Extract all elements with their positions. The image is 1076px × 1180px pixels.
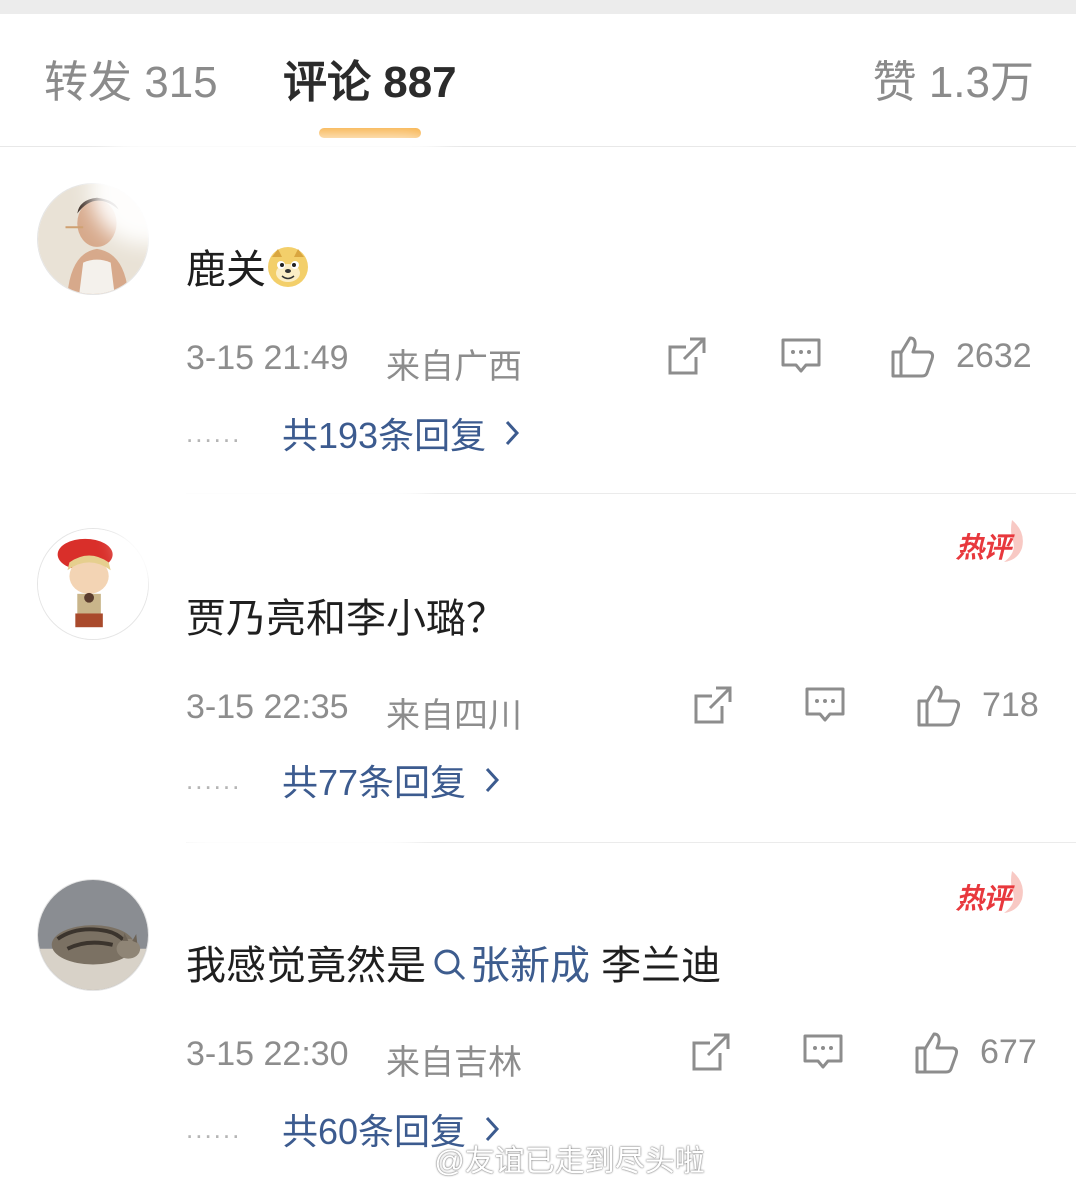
- share-button[interactable]: [666, 333, 708, 379]
- comment-meta: 3-15 22:35 来自四川 718: [186, 680, 1040, 735]
- comment-icon: [781, 338, 821, 373]
- name-redaction: [170, 837, 420, 927]
- reply-button[interactable]: [802, 1029, 844, 1075]
- comment-location: 来自广西: [386, 348, 522, 386]
- comment-meta: 3-15 22:30 来自吉林 677: [186, 1027, 1040, 1082]
- share-icon: [692, 1033, 730, 1071]
- hot-comment-badge: 热评: [954, 867, 1030, 917]
- comment-text: 贾乃亮和李小璐？: [186, 597, 506, 641]
- comment-location: 来自四川: [386, 697, 522, 735]
- comment-time: 3-15 21:49: [186, 339, 349, 377]
- watermark: @友谊已走到尽头啦: [390, 1136, 705, 1180]
- name-redaction: [100, 145, 450, 235]
- dots-divider: ......: [186, 764, 242, 795]
- avatar[interactable]: [37, 879, 149, 991]
- active-tab-indicator: [319, 128, 421, 138]
- comment-time: 3-15 22:30: [186, 1035, 349, 1073]
- share-icon: [668, 337, 706, 375]
- tab-reposts[interactable]: 转发 315: [44, 58, 218, 108]
- hot-comment-badge: 热评: [954, 516, 1030, 566]
- comment-text: 我感觉竟然是 张新成 李兰迪: [186, 944, 722, 988]
- comment-time: 3-15 22:35: [186, 688, 349, 726]
- like-count: 677: [980, 1032, 1037, 1071]
- like-button[interactable]: 677: [914, 1029, 1037, 1075]
- view-replies-link[interactable]: ...... 共193条回复: [186, 408, 520, 458]
- tab-bar: 转发 315 评论 887 赞 1.3万: [0, 14, 1076, 147]
- like-count: 718: [982, 685, 1039, 724]
- comment-item: 热评 贾乃亮和李小璐？ 3-15 22:35 来自四川 718 ...... 共…: [0, 488, 1076, 843]
- like-button[interactable]: 2632: [890, 333, 1032, 379]
- comment-item: 热评 我感觉竟然是 张新成 李兰迪 3-15 22:30 来自吉林 677 ...…: [0, 837, 1076, 1180]
- dots-divider: ......: [186, 417, 242, 448]
- reply-button[interactable]: [804, 682, 846, 728]
- chevron-right-icon: [485, 767, 500, 793]
- share-icon: [694, 686, 732, 724]
- chevron-right-icon: [505, 420, 520, 446]
- comment-location: 来自吉林: [386, 1044, 522, 1082]
- weibo-logo-icon: [390, 1147, 425, 1175]
- doge-emoji-icon: [268, 247, 308, 287]
- comment-item: 鹿关 3-15 21:49 来自广西 2632 ...... 共193条回复: [0, 145, 1076, 494]
- tab-likes[interactable]: 赞 1.3万: [873, 58, 1034, 108]
- comment-icon: [803, 1034, 843, 1069]
- replies-count[interactable]: 共193条回复: [282, 407, 486, 459]
- dots-divider: ......: [186, 1113, 242, 1144]
- reply-button[interactable]: [780, 333, 822, 379]
- thumbs-up-icon: [917, 685, 961, 727]
- name-redaction: [130, 488, 430, 578]
- topic-link[interactable]: 张新成: [426, 944, 590, 988]
- share-button[interactable]: [690, 1029, 732, 1075]
- comment-text: 鹿关: [186, 245, 310, 295]
- thumbs-up-icon: [891, 336, 935, 378]
- comment-icon: [805, 687, 845, 722]
- status-strip: [0, 0, 1076, 14]
- comment-meta: 3-15 21:49 来自广西 2632: [186, 331, 1040, 386]
- replies-count[interactable]: 共77条回复: [282, 754, 466, 806]
- thumbs-up-icon: [915, 1032, 959, 1074]
- share-button[interactable]: [692, 682, 734, 728]
- like-button[interactable]: 718: [916, 682, 1039, 728]
- tab-comments[interactable]: 评论 887: [283, 58, 457, 108]
- like-count: 2632: [956, 336, 1032, 375]
- view-replies-link[interactable]: ...... 共77条回复: [186, 755, 500, 805]
- search-icon: [434, 949, 466, 981]
